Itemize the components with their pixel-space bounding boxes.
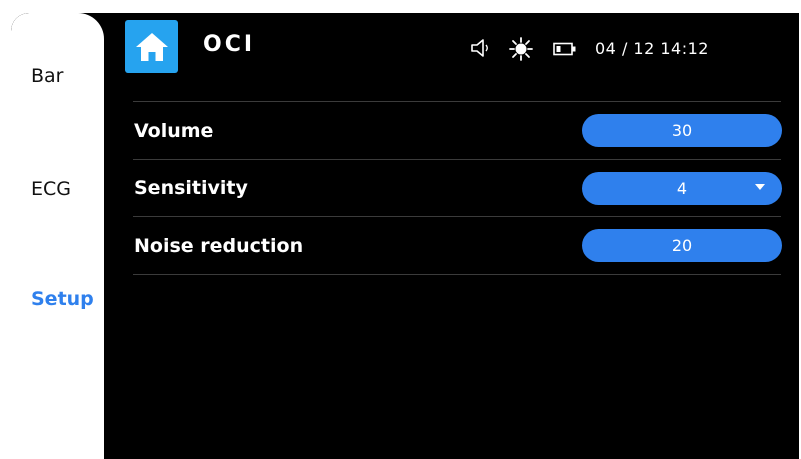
divider xyxy=(133,101,781,102)
brightness-icon[interactable] xyxy=(508,36,534,62)
sensitivity-value: 4 xyxy=(676,179,688,198)
device-screen: Bar ECG Setup OCI 04 / 12 14:12 Volume 3… xyxy=(11,13,799,459)
divider xyxy=(133,274,781,275)
chevron-down-icon xyxy=(755,184,765,190)
home-button[interactable] xyxy=(125,20,178,73)
home-icon xyxy=(135,32,168,61)
noise-reduction-value: 20 xyxy=(671,236,693,255)
volume-label: Volume xyxy=(134,120,214,142)
speaker-icon[interactable] xyxy=(469,37,491,59)
volume-value: 30 xyxy=(671,121,693,140)
datetime: 04 / 12 14:12 xyxy=(595,39,709,58)
sidebar-item-bar[interactable]: Bar xyxy=(31,65,64,87)
sensitivity-dropdown[interactable]: 4 xyxy=(582,172,782,205)
page-title: OCI xyxy=(203,32,256,57)
sidebar-item-setup[interactable]: Setup xyxy=(31,288,94,310)
noise-reduction-label: Noise reduction xyxy=(134,235,304,257)
sidebar: Bar ECG Setup xyxy=(11,13,104,459)
sidebar-item-ecg[interactable]: ECG xyxy=(31,178,71,200)
divider xyxy=(133,159,781,160)
sensitivity-label: Sensitivity xyxy=(134,177,248,199)
noise-reduction-slider[interactable]: 20 xyxy=(582,229,782,262)
volume-slider[interactable]: 30 xyxy=(582,114,782,147)
battery-icon xyxy=(553,42,576,56)
divider xyxy=(133,216,781,217)
